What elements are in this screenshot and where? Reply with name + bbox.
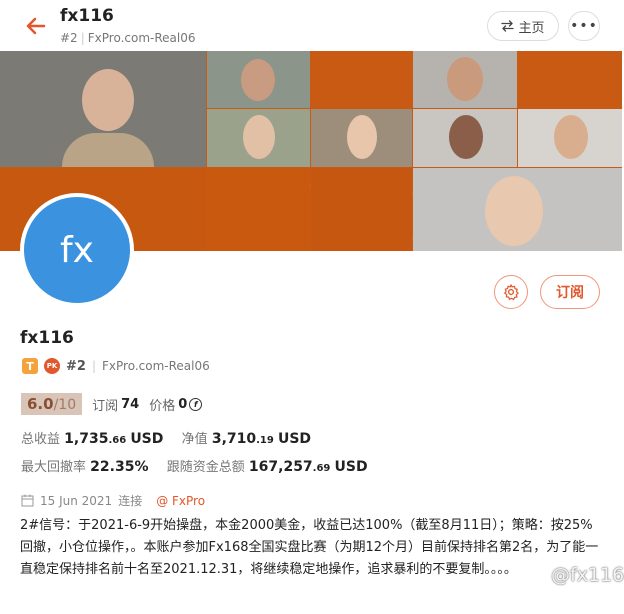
banner-photo (413, 109, 517, 167)
signal-description: 2#信号：于2021-6-9开始操盘，本金2000美金，收益已达100%（截至8… (20, 518, 599, 577)
back-arrow-icon[interactable] (22, 12, 50, 40)
total-profit-decimal: .66 (108, 435, 127, 446)
home-button-label: 主页 (518, 20, 545, 36)
net-value-label: 净值 (181, 432, 208, 447)
coin-icon: f (189, 397, 203, 411)
connection-meta: 15 Jun 2021 连接 @ FxPro (21, 492, 205, 509)
profile-badges: T PK #2 | FxPro.com-Real06 (22, 357, 210, 375)
watermark-text: @fx116 (551, 564, 624, 586)
broker-link[interactable]: @ FxPro (156, 494, 205, 508)
banner-photo (207, 109, 310, 167)
rank-text: #2 (60, 31, 78, 45)
follow-funds-currency: USD (334, 459, 368, 475)
banner-photo (0, 51, 206, 167)
broker-account-text: FxPro.com-Real06 (102, 359, 210, 373)
weibo-logo-icon (528, 567, 547, 584)
total-profit-currency: USD (130, 431, 164, 447)
drawdown-label: 最大回撤率 (21, 460, 87, 475)
price-value: 0 (178, 396, 188, 412)
account-subtitle: #2 | FxPro.com-Real06 (60, 31, 196, 45)
banner-photo (413, 168, 622, 251)
home-button[interactable]: 主页 (487, 11, 559, 41)
rating-row: 6.0/10 订阅 74 价格 0 f (21, 393, 203, 415)
price-label: 价格 (149, 398, 176, 414)
broker-account-text: FxPro.com-Real06 (87, 31, 196, 45)
banner-photo (518, 109, 622, 167)
net-value-currency: USD (277, 431, 312, 447)
more-options-button[interactable]: ••• (568, 11, 600, 41)
rating-value: 6.0 (27, 395, 54, 413)
banner-photo (413, 51, 517, 108)
net-value-value: 3,710 (211, 431, 257, 447)
pk-badge-icon: PK (44, 358, 60, 374)
total-profit-label: 总收益 (21, 432, 61, 447)
connect-date: 15 Jun 2021 (40, 493, 113, 508)
watermark: @fx116 (528, 564, 624, 586)
drawdown-row: 最大回撤率 22.35% 跟随资金总额 167,257.69 USD (21, 456, 368, 475)
connect-label: 连接 (118, 494, 143, 508)
settings-button[interactable] (494, 275, 528, 309)
gear-icon (504, 284, 519, 301)
profit-row: 总收益 1,735.66 USD 净值 3,710.19 USD (21, 428, 311, 447)
total-profit-value: 1,735 (64, 431, 109, 447)
ellipsis-icon: ••• (570, 18, 598, 34)
banner-photo (207, 51, 310, 108)
calendar-icon (21, 494, 34, 507)
banner-photo (311, 109, 412, 167)
rating-max: /10 (53, 397, 77, 413)
avatar: fx (24, 197, 130, 303)
trader-badge-icon: T (22, 358, 38, 374)
subscribe-button[interactable]: 订阅 (540, 275, 600, 309)
subscribers-count: 74 (121, 396, 140, 412)
drawdown-value: 22.35% (90, 459, 149, 475)
net-value-decimal: .19 (256, 435, 274, 446)
rank-text: #2 (66, 358, 86, 374)
page-title: fx116 (60, 6, 114, 26)
swap-icon (501, 20, 515, 32)
subscribers-label: 订阅 (92, 398, 119, 414)
top-bar: fx116 #2 | FxPro.com-Real06 主页 ••• (0, 0, 624, 51)
follow-funds-value: 167,257 (248, 459, 313, 475)
follow-funds-label: 跟随资金总额 (166, 460, 245, 475)
rating-badge: 6.0/10 (21, 393, 83, 415)
follow-funds-decimal: .69 (312, 463, 331, 474)
profile-name: fx116 (20, 328, 74, 348)
